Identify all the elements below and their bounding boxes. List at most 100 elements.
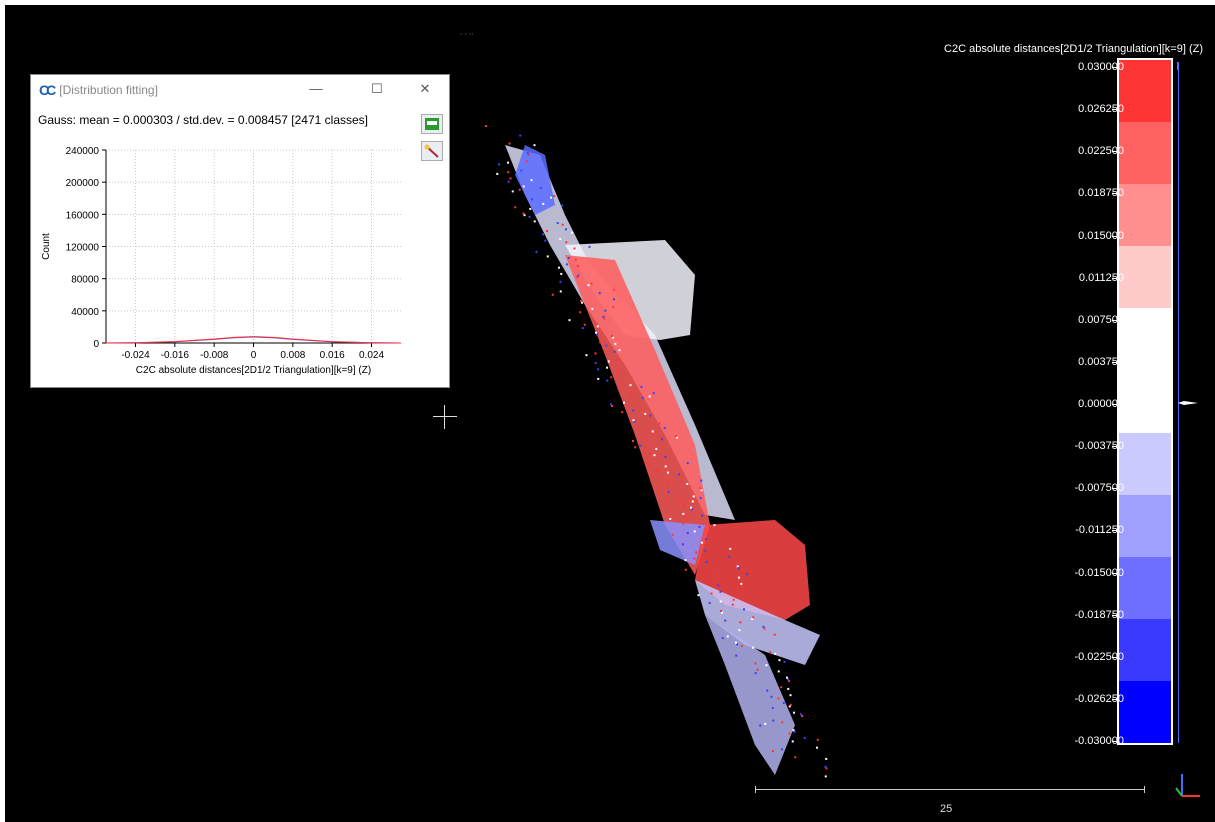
color-scale-tick-mark — [1112, 361, 1117, 363]
point-cloud-point — [606, 379, 609, 382]
point-cloud-point — [754, 662, 757, 665]
point-cloud-point — [787, 687, 790, 690]
point-cloud-point — [595, 331, 597, 334]
point-cloud-point — [647, 463, 650, 466]
point-cloud-point — [800, 713, 802, 716]
point-cloud-point — [518, 188, 521, 191]
point-cloud-point — [632, 409, 635, 412]
point-cloud-point — [684, 516, 687, 519]
point-cloud-point — [671, 533, 674, 536]
point-cloud-point — [772, 719, 775, 722]
point-cloud-point — [558, 266, 560, 269]
point-cloud-point — [684, 559, 687, 562]
minimize-button[interactable]: — — [306, 81, 326, 97]
point-cloud-point — [691, 500, 694, 503]
point-cloud-point — [594, 352, 597, 355]
point-cloud-point — [693, 557, 696, 560]
point-cloud-point — [507, 161, 509, 164]
point-cloud-point — [713, 524, 716, 527]
point-cloud-point — [581, 327, 584, 330]
point-cloud-point — [618, 349, 621, 352]
point-cloud-point — [682, 512, 685, 515]
point-cloud-point — [698, 525, 701, 528]
y-tick-label: 120000 — [66, 243, 100, 254]
y-axis-label: Count — [41, 233, 52, 260]
point-cloud-point — [704, 549, 707, 552]
point-cloud-point — [667, 490, 670, 493]
point-cloud-point — [571, 231, 573, 234]
histogram-chart: 0 40000 80000 120000 160000 200000 240000 -0.02… — [41, 146, 402, 376]
point-cloud-point — [617, 387, 620, 390]
point-cloud-point — [752, 646, 754, 649]
maximize-button[interactable]: ☐ — [367, 81, 387, 97]
point-cloud-point — [667, 481, 670, 484]
point-cloud-point — [705, 560, 708, 563]
point-cloud-point — [616, 358, 619, 361]
point-cloud-point — [556, 222, 559, 225]
color-scale-tick-mark — [1112, 656, 1117, 658]
point-cloud-point — [777, 697, 780, 700]
point-cloud-point — [732, 598, 735, 601]
point-cloud-point — [737, 567, 740, 570]
point-cloud-point — [824, 765, 827, 768]
point-cloud-point — [651, 430, 654, 433]
scale-histogram-top — [1177, 62, 1178, 70]
point-cloud-point — [699, 497, 702, 500]
export-csv-button[interactable] — [421, 114, 443, 134]
point-cloud-point — [533, 144, 536, 147]
point-cloud-point — [777, 670, 780, 673]
point-cloud-point — [752, 616, 755, 619]
point-cloud-point — [596, 325, 599, 328]
point-cloud-point — [735, 654, 738, 657]
color-scale-tick-mark — [1112, 488, 1117, 490]
point-cloud-point — [546, 230, 548, 232]
y-tick-label: 0 — [93, 339, 99, 350]
point-cloud-point — [719, 600, 722, 603]
close-button[interactable]: ✕ — [415, 81, 435, 97]
point-cloud-point — [756, 668, 759, 671]
point-cloud-point — [577, 274, 580, 277]
color-scale-tick-label: 0.015000 — [1078, 229, 1124, 242]
point-cloud-point — [566, 263, 568, 266]
point-cloud-point — [729, 547, 732, 550]
point-cloud-point — [663, 427, 666, 430]
point-cloud-point — [508, 142, 511, 145]
point-cloud-point — [640, 385, 643, 388]
point-cloud-point — [697, 594, 700, 597]
point-cloud-point — [682, 543, 684, 546]
point-cloud-point — [746, 573, 748, 576]
point-cloud-point — [511, 190, 514, 193]
x-tick-label: 0.024 — [359, 350, 384, 361]
y-tick-label: 240000 — [66, 146, 100, 157]
scale-ruler-label: 25 — [940, 803, 953, 815]
color-scale-tick-mark — [1112, 319, 1117, 321]
point-cloud-point — [789, 703, 792, 706]
point-cloud-point — [498, 163, 500, 166]
point-cloud-point — [591, 307, 594, 310]
point-cloud-point — [607, 360, 610, 363]
color-scale-tick-mark — [1112, 572, 1117, 574]
point-cloud-point — [546, 255, 549, 258]
color-scale-band — [1119, 680, 1171, 744]
color-scale-band — [1119, 556, 1171, 619]
point-cloud-point — [783, 660, 786, 663]
point-cloud-point — [522, 212, 525, 215]
point-cloud-point — [661, 438, 663, 441]
point-cloud-point — [772, 750, 774, 752]
point-cloud-point — [786, 676, 788, 679]
y-tick-label: 40000 — [71, 307, 99, 318]
point-cloud-point — [646, 428, 649, 431]
point-cloud-point — [781, 748, 783, 751]
color-scale-band — [1119, 618, 1171, 681]
point-cloud-point — [639, 444, 642, 447]
color-scale-tick-mark — [1112, 277, 1117, 279]
point-cloud-point — [542, 233, 544, 236]
point-cloud-point — [507, 171, 510, 174]
point-cloud-point — [764, 722, 767, 725]
point-cloud-point — [708, 602, 711, 605]
point-cloud-point — [816, 738, 819, 741]
point-cloud-point — [656, 470, 658, 472]
point-cloud-point — [632, 419, 635, 422]
distribution-fitting-window[interactable]: CC [Distribution fitting] — ☐ ✕ Gauss: m… — [30, 74, 450, 388]
point-cloud-point — [701, 541, 703, 544]
